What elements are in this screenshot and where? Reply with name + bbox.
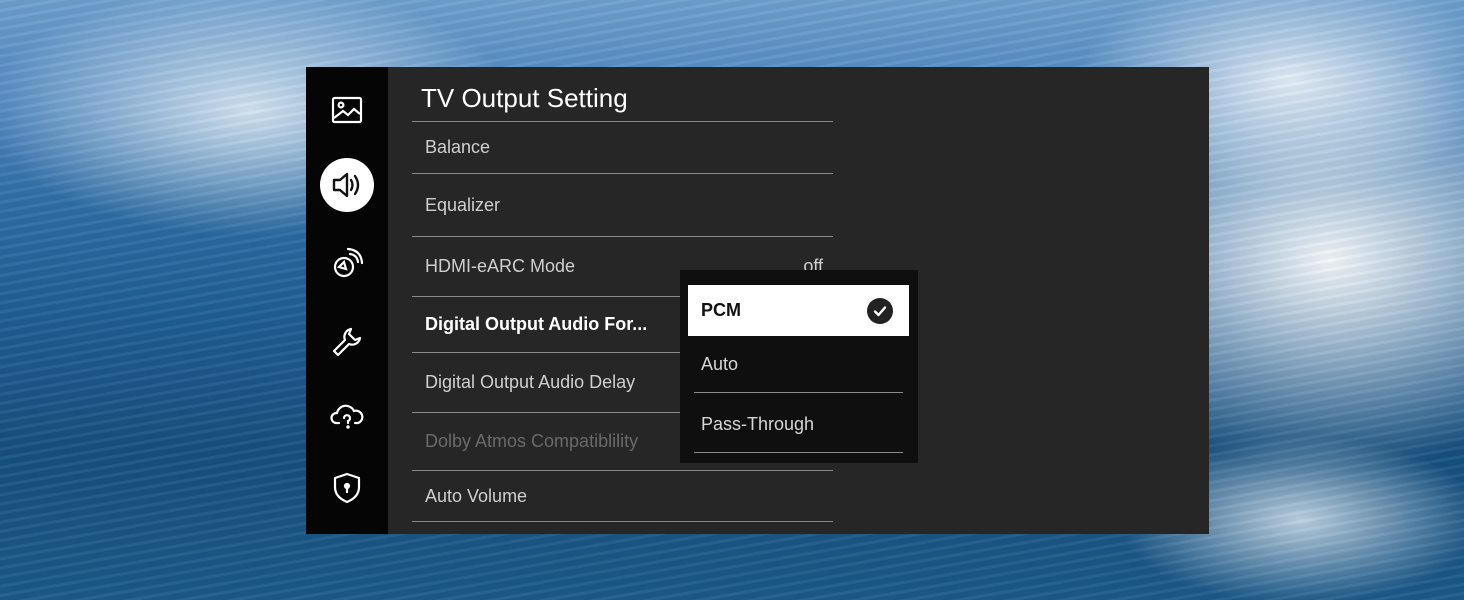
menu-item-equalizer[interactable]: Equalizer (412, 173, 833, 236)
sidebar (306, 67, 388, 534)
page-title: TV Output Setting (421, 83, 628, 113)
speaker-icon (332, 172, 360, 198)
menu-item-label: HDMI-eARC Mode (425, 256, 576, 276)
menu-item-label: Auto Volume (425, 485, 528, 506)
option-pass-through[interactable]: Pass-Through (694, 397, 903, 453)
sidebar-item-broadcast[interactable] (320, 237, 374, 291)
menu-item-label: Balance (425, 137, 491, 157)
option-auto[interactable]: Auto (694, 337, 903, 393)
sidebar-item-sound[interactable] (320, 158, 374, 212)
menu-item-label: Digital Output Audio Delay (425, 372, 636, 392)
option-label: Auto (701, 354, 739, 374)
checkmark-icon (867, 298, 893, 324)
option-label: Pass-Through (701, 414, 815, 434)
sidebar-item-support[interactable] (320, 389, 374, 443)
menu-item-auto-volume[interactable]: Auto Volume (412, 470, 833, 522)
shield-icon (333, 472, 361, 504)
menu-item-label: Digital Output Audio For... (425, 314, 648, 334)
audio-format-dropdown: PCM Auto Pass-Through (680, 270, 918, 463)
picture-icon (331, 96, 363, 124)
wrench-icon (332, 327, 362, 357)
menu-item-balance[interactable]: Balance (412, 121, 833, 173)
menu-item-label: Equalizer (425, 194, 501, 215)
option-pcm[interactable]: PCM (688, 285, 909, 336)
menu-item-label: Dolby Atmos Compatiblility (425, 431, 639, 451)
cloud-help-icon (330, 404, 364, 429)
option-label: PCM (701, 300, 741, 320)
sidebar-item-picture[interactable] (320, 83, 374, 137)
broadcast-icon (333, 247, 364, 278)
sidebar-item-security[interactable] (320, 461, 374, 515)
sidebar-item-tools[interactable] (320, 315, 374, 369)
